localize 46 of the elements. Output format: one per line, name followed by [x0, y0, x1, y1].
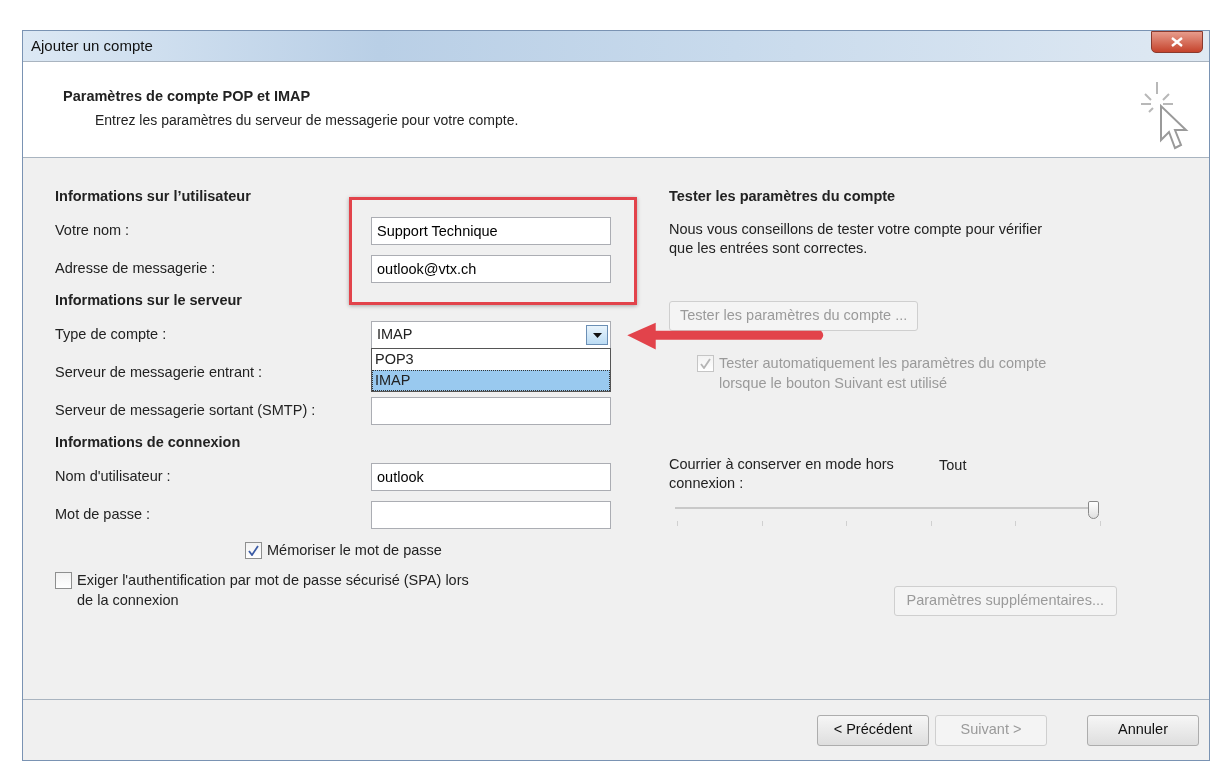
text-field[interactable]: outlook [371, 463, 611, 491]
text-field[interactable] [371, 501, 611, 529]
checkbox[interactable] [245, 542, 262, 559]
dropdown-option[interactable]: POP3 [372, 349, 610, 370]
slider-tick [677, 520, 678, 526]
offline-mail-label: Courrier à conserver en mode hors connexion : [669, 454, 895, 493]
checkbox-label: Mémoriser le mot de passe [267, 541, 443, 560]
section-heading: Tester les paramètres du compte [669, 187, 897, 206]
slider-tick [761, 520, 763, 526]
field-label: Adresse de messagerie : [55, 259, 217, 279]
description-text: Nous vous conseillons de tester votre compte pour vérifier que les entrées sont correctes. [669, 220, 1044, 258]
header-subtitle: Entrez les paramètres du serveur de messagerie pour votre compte. [94, 110, 519, 130]
window-title: Ajouter un compte [31, 35, 153, 56]
dropdown-button[interactable] [586, 325, 608, 345]
field-label: Nom d'utilisateur : [55, 467, 172, 487]
slider-tick [930, 520, 932, 526]
field-label: Serveur de messagerie sortant (SMTP) : [55, 401, 317, 421]
slider-tick [1099, 520, 1101, 526]
text-field[interactable]: outlook@vtx.ch [371, 255, 611, 283]
field-label: Type de compte : [55, 325, 168, 345]
field-label: Votre nom : [55, 221, 131, 241]
caret-icon [592, 332, 602, 338]
checkmark-icon [700, 357, 711, 369]
header-title: Paramètres de compte POP et IMAP [63, 87, 312, 106]
footer-button[interactable]: Annuler [1087, 714, 1199, 746]
checkbox-label: Tester automatiquement les paramètres du compte lorsque le bouton Suivant est utilisé [719, 353, 1048, 393]
section-heading: Informations sur l’utilisateur [55, 187, 252, 206]
checkmark-icon [248, 545, 259, 556]
dropdown[interactable]: IMAP [371, 321, 611, 349]
field-label: Serveur de messagerie entrant : [55, 363, 264, 383]
slider-tick [1015, 520, 1017, 526]
section-heading: Informations de connexion [55, 433, 242, 452]
section-heading: Informations sur le serveur [55, 291, 243, 310]
footer-button[interactable]: < Précédent [817, 714, 929, 746]
close-icon [1171, 37, 1183, 47]
slider-tick [846, 520, 848, 526]
field-label: Mot de passe : [55, 505, 152, 525]
text-field[interactable]: Support Technique [371, 217, 611, 245]
close-button[interactable] [1151, 31, 1203, 53]
slider-value: Tout [939, 455, 967, 475]
text-field[interactable] [371, 397, 611, 425]
cursor-sparkle-icon [1139, 80, 1189, 152]
checkbox-label: Exiger l'authentification par mot de passe sécurisé (SPA) lors de la connexion [77, 571, 470, 610]
dropdown-option[interactable]: IMAP [372, 370, 610, 391]
slider-thumb[interactable] [1088, 500, 1099, 519]
checkbox[interactable] [55, 572, 72, 589]
